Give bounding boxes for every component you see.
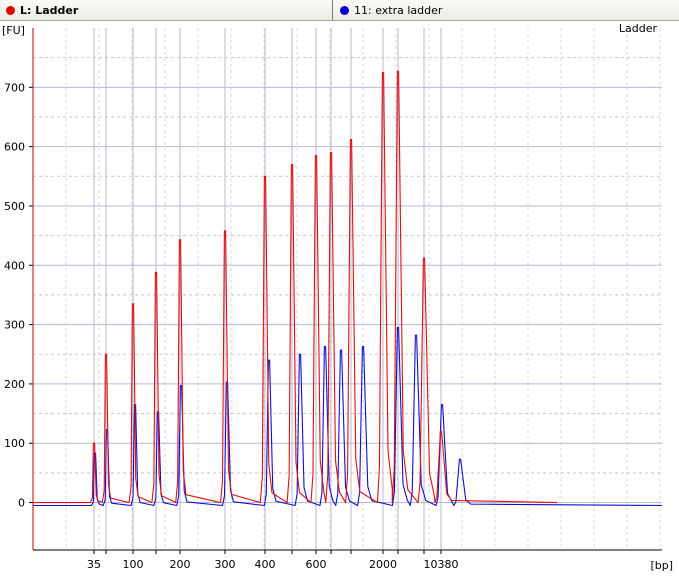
y-tick-label: 600	[4, 141, 25, 154]
x-tick-label: 10380	[424, 558, 459, 571]
peak-point	[382, 71, 384, 74]
peak-point	[291, 163, 293, 166]
tab-ladder[interactable]: L: Ladder	[0, 0, 333, 20]
peak-point	[224, 230, 226, 232]
peak-point	[180, 385, 182, 387]
peak-point	[299, 353, 301, 355]
ladder-trace	[33, 70, 558, 504]
chart-title: Ladder	[619, 22, 658, 35]
x-tick-label: 200	[170, 558, 191, 571]
peak-point	[397, 326, 399, 329]
peak-point	[268, 359, 270, 361]
peak-point	[362, 345, 364, 348]
tab-extra-ladder-label: 11: extra ladder	[354, 3, 443, 17]
y-tick-label: 100	[4, 437, 25, 450]
peak-point	[105, 353, 107, 355]
y-tick-label: 700	[4, 81, 25, 94]
x-tick-label: 35	[87, 558, 101, 571]
peak-point	[93, 442, 95, 444]
peak-point	[415, 334, 417, 336]
peak-point	[179, 239, 181, 241]
electropherogram-chart: [FU] Ladder [bp] 0 100 200 300 400 500 600 700 3…	[2, 22, 673, 572]
tab-ladder-label: L: Ladder	[20, 3, 79, 17]
peak-point	[423, 257, 425, 259]
peak-point	[441, 404, 443, 406]
blue-dot-icon	[340, 5, 349, 15]
tab-extra-ladder[interactable]: 11: extra ladder	[334, 0, 679, 20]
y-tick-label: 300	[4, 319, 25, 332]
trace-layer	[33, 70, 663, 507]
tab-bar: L: Ladder 11: extra ladder	[0, 0, 679, 21]
x-tick-label: 2000	[369, 558, 397, 571]
peak-point	[324, 345, 326, 348]
peak-point	[264, 175, 266, 177]
x-tick-label: 600	[306, 558, 327, 571]
x-tick-label: 300	[215, 558, 236, 571]
peak-point	[397, 70, 399, 72]
peak-point	[315, 154, 317, 157]
peak-point	[459, 458, 461, 460]
red-dot-icon	[6, 5, 15, 15]
y-tick-label: 500	[4, 200, 25, 213]
x-tick-label: 100	[123, 558, 144, 571]
y-tick-label: 200	[4, 378, 25, 391]
peak-point	[132, 303, 134, 305]
peak-point	[440, 430, 442, 432]
peak-point	[350, 138, 352, 141]
y-tick-label: 400	[4, 259, 25, 272]
peak-point	[155, 271, 157, 273]
y-axis-label: [FU]	[2, 24, 25, 37]
x-axis-label: [bp]	[650, 559, 673, 572]
y-tick-label: 0	[18, 497, 25, 510]
peak-point	[330, 151, 332, 154]
x-tick-label: 400	[255, 558, 276, 571]
peak-point	[340, 349, 342, 351]
